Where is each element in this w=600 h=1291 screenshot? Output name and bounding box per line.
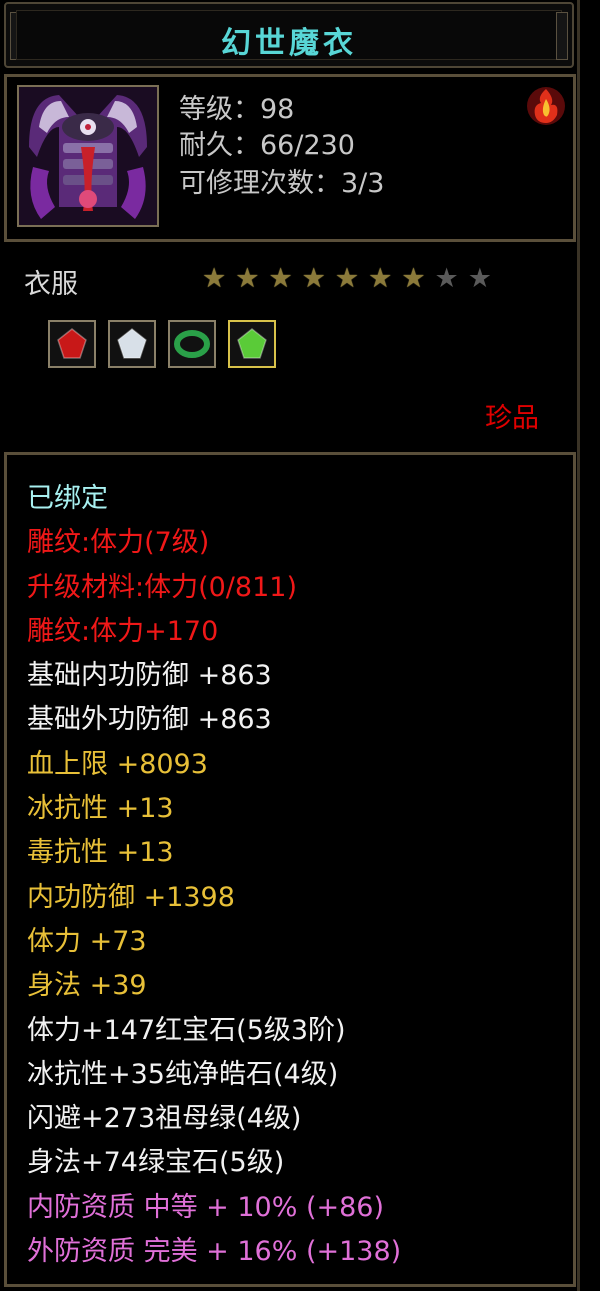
item-repair-count: 可修理次数：3/3: [179, 168, 385, 199]
stat-line: 闪避+273祖母绿(4级): [27, 1103, 302, 1135]
star-filled-icon: ★: [202, 263, 227, 294]
item-type: 衣服: [24, 269, 78, 300]
item-header: 等级：98 耐久：66/230 可修理次数：3/3: [4, 74, 576, 242]
stat-line: 血上限 +8093: [27, 748, 208, 780]
stat-line: 身法+74绿宝石(5级): [27, 1147, 285, 1179]
gem-socket-diamond-icon[interactable]: [108, 320, 156, 368]
star-filled-icon: ★: [268, 263, 293, 294]
stat-line: 基础内功防御 +863: [27, 660, 272, 692]
ruby-icon: [57, 328, 87, 359]
stat-line: 内功防御 +1398: [27, 881, 235, 913]
star-empty-icon: ★: [467, 263, 492, 294]
item-durability: 耐久：66/230: [179, 130, 355, 161]
enhancement-stars: ★ ★ ★ ★ ★ ★ ★ ★ ★: [202, 262, 492, 296]
item-tooltip-panel: 幻世魔衣 等级：98 耐久：66/230 可修理次数：3/3 衣服 ★ ★ ★ …: [0, 0, 580, 1291]
stat-line: 身法 +39: [27, 970, 147, 1002]
stat-line: 已绑定: [27, 483, 108, 514]
emerald-ring-icon: [174, 330, 210, 358]
stat-line: 雕纹:体力+170: [27, 615, 219, 647]
star-filled-icon: ★: [401, 263, 426, 294]
stat-line: 冰抗性 +13: [27, 793, 174, 825]
star-filled-icon: ★: [301, 263, 326, 294]
item-name: 幻世魔衣: [221, 26, 357, 61]
star-filled-icon: ★: [334, 263, 360, 294]
item-rarity: 珍品: [485, 403, 539, 434]
stat-line: 体力 +73: [27, 925, 147, 957]
gem-socket-emerald-ring-icon[interactable]: [168, 320, 216, 368]
stat-line: 毒抗性 +13: [27, 837, 174, 869]
diamond-icon: [117, 328, 147, 359]
star-filled-icon: ★: [368, 263, 393, 294]
star-filled-icon: ★: [235, 263, 260, 294]
stat-line: 体力+147红宝石(5级3阶): [27, 1014, 346, 1046]
item-stats-list: 已绑定雕纹:体力(7级) 升级材料:体力(0/811) 雕纹:体力+170 基础内功防…: [27, 477, 401, 1274]
gem-socket-green-gem-icon[interactable]: [228, 320, 276, 368]
stat-line: 外防资质 完美 + 16% (+138): [27, 1236, 402, 1268]
stat-line: 内防资质 中等 + 10% (+86): [27, 1191, 385, 1223]
green-gem-icon: [237, 328, 267, 359]
gem-sockets: [48, 320, 276, 368]
item-stats-box: 已绑定雕纹:体力(7级) 升级材料:体力(0/811) 雕纹:体力+170 基础内功防…: [4, 452, 576, 1287]
flame-emblem-icon: [525, 85, 567, 127]
stat-line: 升级材料:体力(0/811): [27, 571, 297, 603]
stat-line: 冰抗性+35纯净皓石(4级): [27, 1058, 339, 1090]
title-bar: 幻世魔衣: [4, 2, 574, 68]
stat-line: 雕纹:体力(7级): [27, 527, 210, 559]
stat-line: 基础外功防御 +863: [27, 704, 272, 736]
star-empty-icon: ★: [434, 263, 459, 294]
item-level: 等级：98: [179, 94, 295, 125]
gem-socket-ruby-icon[interactable]: [48, 320, 96, 368]
demon-robe-icon: [17, 85, 159, 227]
